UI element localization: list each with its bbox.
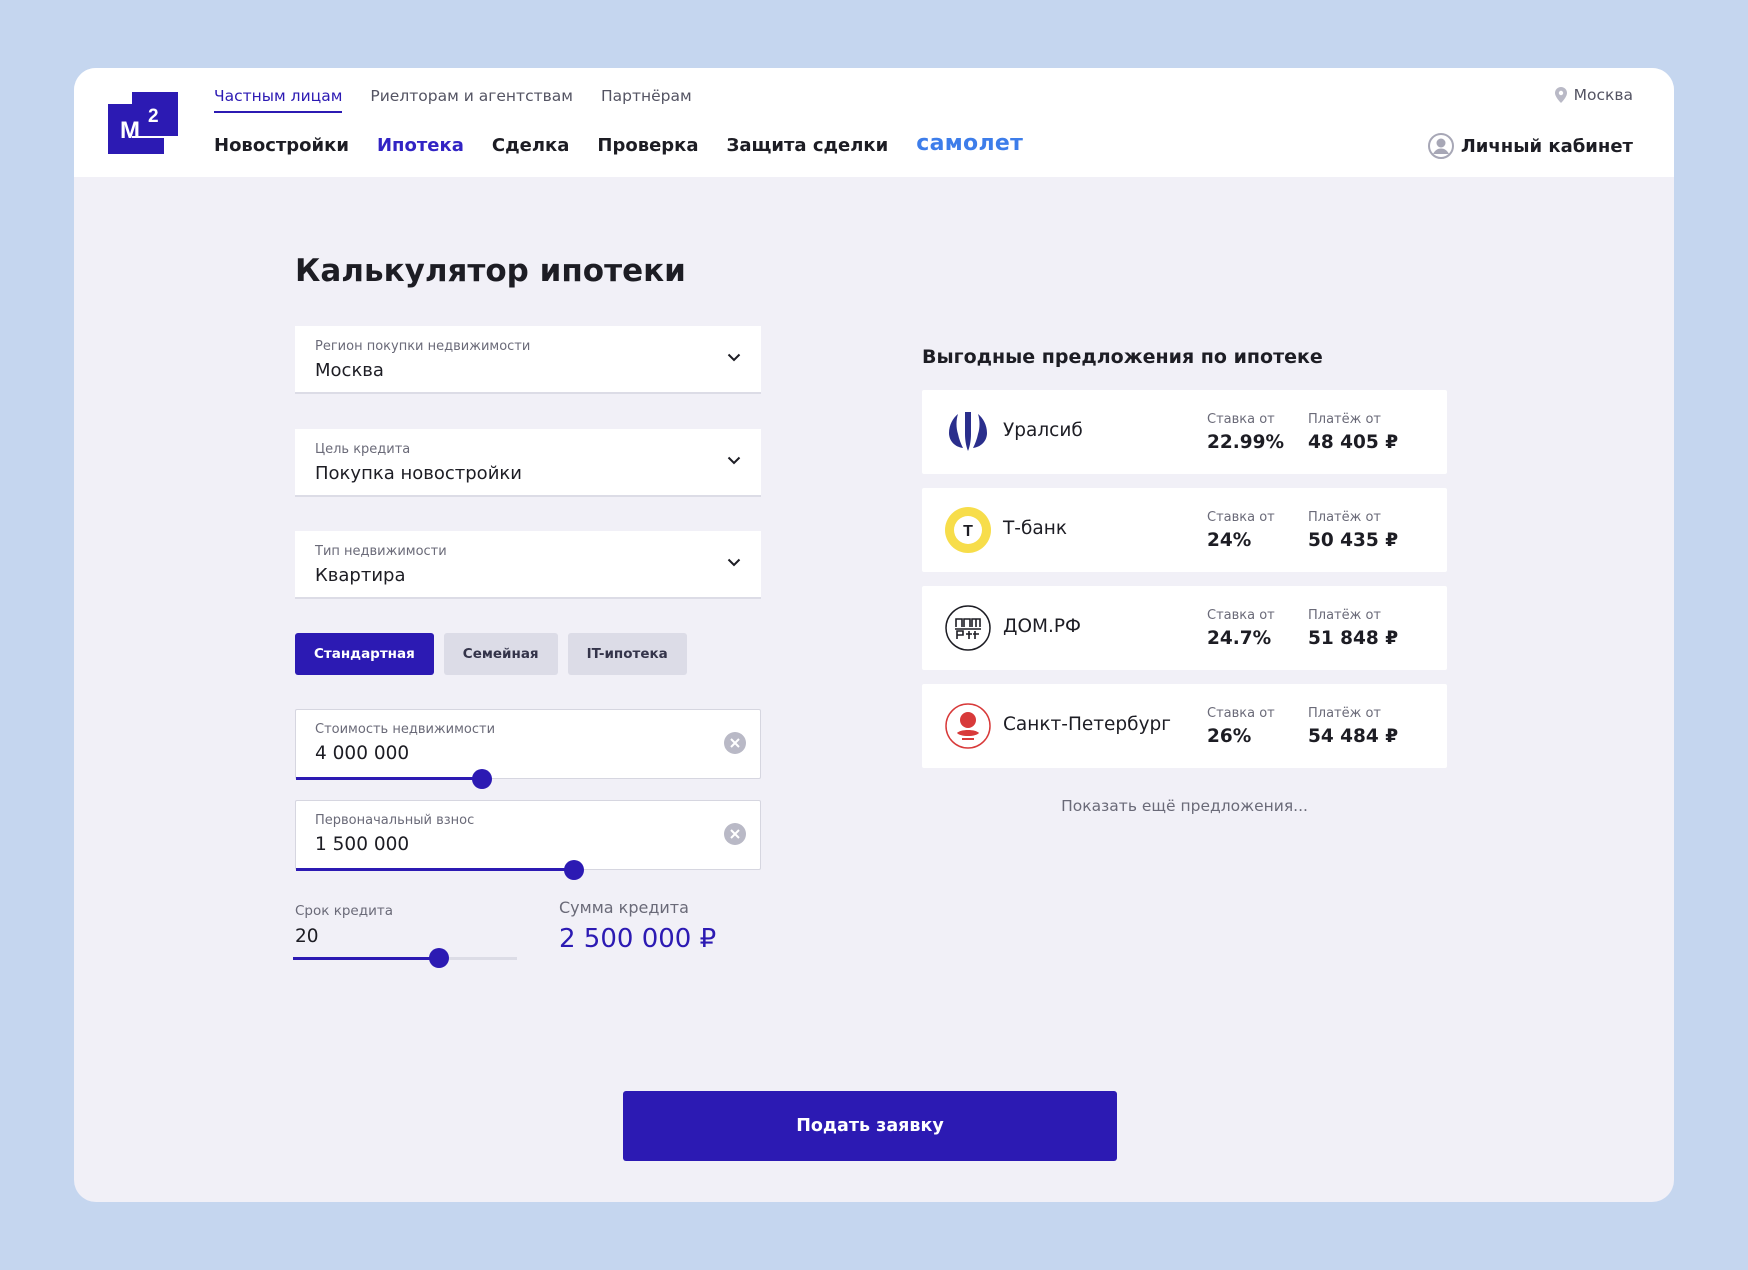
city-selector[interactable]: Москва (1554, 86, 1633, 104)
bank-name: ДОМ.РФ (1003, 616, 1081, 637)
rate-label: Ставка от (1207, 706, 1275, 721)
bank-name: Санкт-Петербург (1003, 714, 1171, 735)
page-title: Калькулятор ипотеки (295, 253, 686, 289)
payment-label: Платёж от (1308, 608, 1381, 623)
down-payment-value: 1 500 000 (315, 834, 410, 855)
tbank-logo-icon: Т (945, 507, 991, 553)
nav-samolet-brand[interactable]: самолет (916, 131, 1023, 156)
rate-value: 22.99% (1207, 432, 1285, 453)
property-type-select[interactable]: Тип недвижимости Квартира (295, 531, 761, 599)
cabinet-label: Личный кабинет (1460, 135, 1633, 157)
payment-value: 51 848 ₽ (1308, 628, 1399, 649)
price-value: 4 000 000 (315, 743, 410, 764)
nav-check[interactable]: Проверка (597, 135, 698, 156)
down-payment-label: Первоначальный взнос (315, 813, 475, 828)
tab-it-mortgage[interactable]: IT-ипотека (567, 633, 687, 675)
show-more-offers-link[interactable]: Показать ещё предложения... (922, 797, 1447, 815)
bank-spb-logo-icon (945, 703, 991, 749)
region-label: Регион покупки недвижимости (315, 339, 531, 354)
offers-title: Выгодные предложения по ипотеке (922, 346, 1323, 368)
clear-icon[interactable] (724, 823, 746, 845)
loan-term-slider-fill (293, 957, 439, 960)
rate-label: Ставка от (1207, 608, 1275, 623)
top-link-private[interactable]: Частным лицам (214, 87, 343, 113)
loan-term-value[interactable]: 20 (295, 926, 319, 947)
property-type-label: Тип недвижимости (315, 544, 447, 559)
bank-name: Т-банк (1003, 518, 1067, 539)
location-pin-icon (1554, 87, 1567, 103)
nav-mortgage[interactable]: Ипотека (377, 135, 464, 156)
top-link-realtors[interactable]: Риелторам и агентствам (370, 87, 573, 113)
offer-card-uralsib[interactable]: Уралсиб Ставка от 22.99% Платёж от 48 40… (922, 390, 1447, 474)
property-price-field[interactable]: Стоимость недвижимости 4 000 000 (295, 709, 761, 789)
payment-value: 54 484 ₽ (1308, 726, 1399, 747)
uralsib-logo-icon (949, 412, 987, 451)
loan-term-slider-thumb[interactable] (428, 948, 449, 968)
payment-label: Платёж от (1308, 412, 1381, 427)
down-payment-slider-track (296, 868, 575, 871)
down-payment-field[interactable]: Первоначальный взнос 1 500 000 (295, 800, 761, 880)
nav-new-buildings[interactable]: Новостройки (214, 135, 349, 156)
chevron-down-icon (727, 456, 741, 465)
mortgage-program-tabs: Стандартная Семейная IT-ипотека (295, 633, 697, 675)
price-slider-thumb[interactable] (471, 769, 492, 789)
payment-value: 50 435 ₽ (1308, 530, 1399, 551)
loan-sum-value: 2 500 000 ₽ (559, 924, 717, 954)
region-select[interactable]: Регион покупки недвижимости Москва (295, 326, 761, 394)
price-label: Стоимость недвижимости (315, 722, 496, 737)
rate-label: Ставка от (1207, 412, 1275, 427)
header: М 2 Частным лицам Риелторам и агентствам… (74, 68, 1674, 177)
domrf-logo-icon (945, 605, 991, 651)
purpose-value: Покупка новостройки (315, 463, 522, 484)
purpose-label: Цель кредита (315, 442, 411, 457)
logo-letter: М (120, 117, 140, 144)
city-name: Москва (1573, 86, 1633, 104)
tab-standard[interactable]: Стандартная (295, 633, 434, 675)
chevron-down-icon (727, 353, 741, 362)
region-value: Москва (315, 360, 384, 381)
payment-value: 48 405 ₽ (1308, 432, 1399, 453)
loan-term-label: Срок кредита (295, 903, 393, 919)
loan-sum-label: Сумма кредита (559, 898, 689, 917)
chevron-down-icon (727, 558, 741, 567)
submit-application-button[interactable]: Подать заявку (623, 1091, 1117, 1161)
bank-name: Уралсиб (1003, 420, 1083, 441)
price-slider-track (296, 777, 482, 780)
property-type-value: Квартира (315, 565, 406, 586)
tbank-logo-letter: Т (963, 523, 973, 540)
rate-value: 24.7% (1207, 628, 1272, 649)
main-nav: Новостройки Ипотека Сделка Проверка Защи… (214, 131, 1051, 156)
loan-term-slider[interactable] (293, 948, 517, 968)
payment-label: Платёж от (1308, 510, 1381, 525)
audience-links: Частным лицам Риелторам и агентствам Пар… (214, 87, 720, 113)
main-card: М 2 Частным лицам Риелторам и агентствам… (74, 68, 1674, 1202)
nav-deal[interactable]: Сделка (492, 135, 570, 156)
clear-icon[interactable] (724, 732, 746, 754)
m2-logo[interactable]: М 2 (108, 92, 178, 154)
loan-purpose-select[interactable]: Цель кредита Покупка новостройки (295, 429, 761, 497)
payment-label: Платёж от (1308, 706, 1381, 721)
rate-value: 26% (1207, 726, 1252, 747)
rate-value: 24% (1207, 530, 1252, 551)
down-payment-slider-thumb[interactable] (564, 860, 585, 880)
tab-family[interactable]: Семейная (443, 633, 558, 675)
offer-card-domrf[interactable]: ДОМ.РФ Ставка от 24.7% Платёж от 51 848 … (922, 586, 1447, 670)
rate-label: Ставка от (1207, 510, 1275, 525)
nav-deal-protection[interactable]: Защита сделки (727, 135, 889, 156)
logo-superscript: 2 (148, 106, 159, 127)
offer-card-spb[interactable]: Санкт-Петербург Ставка от 26% Платёж от … (922, 684, 1447, 768)
offer-card-tbank[interactable]: Т Т-банк Ставка от 24% Платёж от 50 435 … (922, 488, 1447, 572)
personal-cabinet-link[interactable]: Личный кабинет (1427, 133, 1633, 159)
user-avatar-icon (1427, 133, 1454, 159)
top-link-partners[interactable]: Партнёрам (601, 87, 692, 113)
